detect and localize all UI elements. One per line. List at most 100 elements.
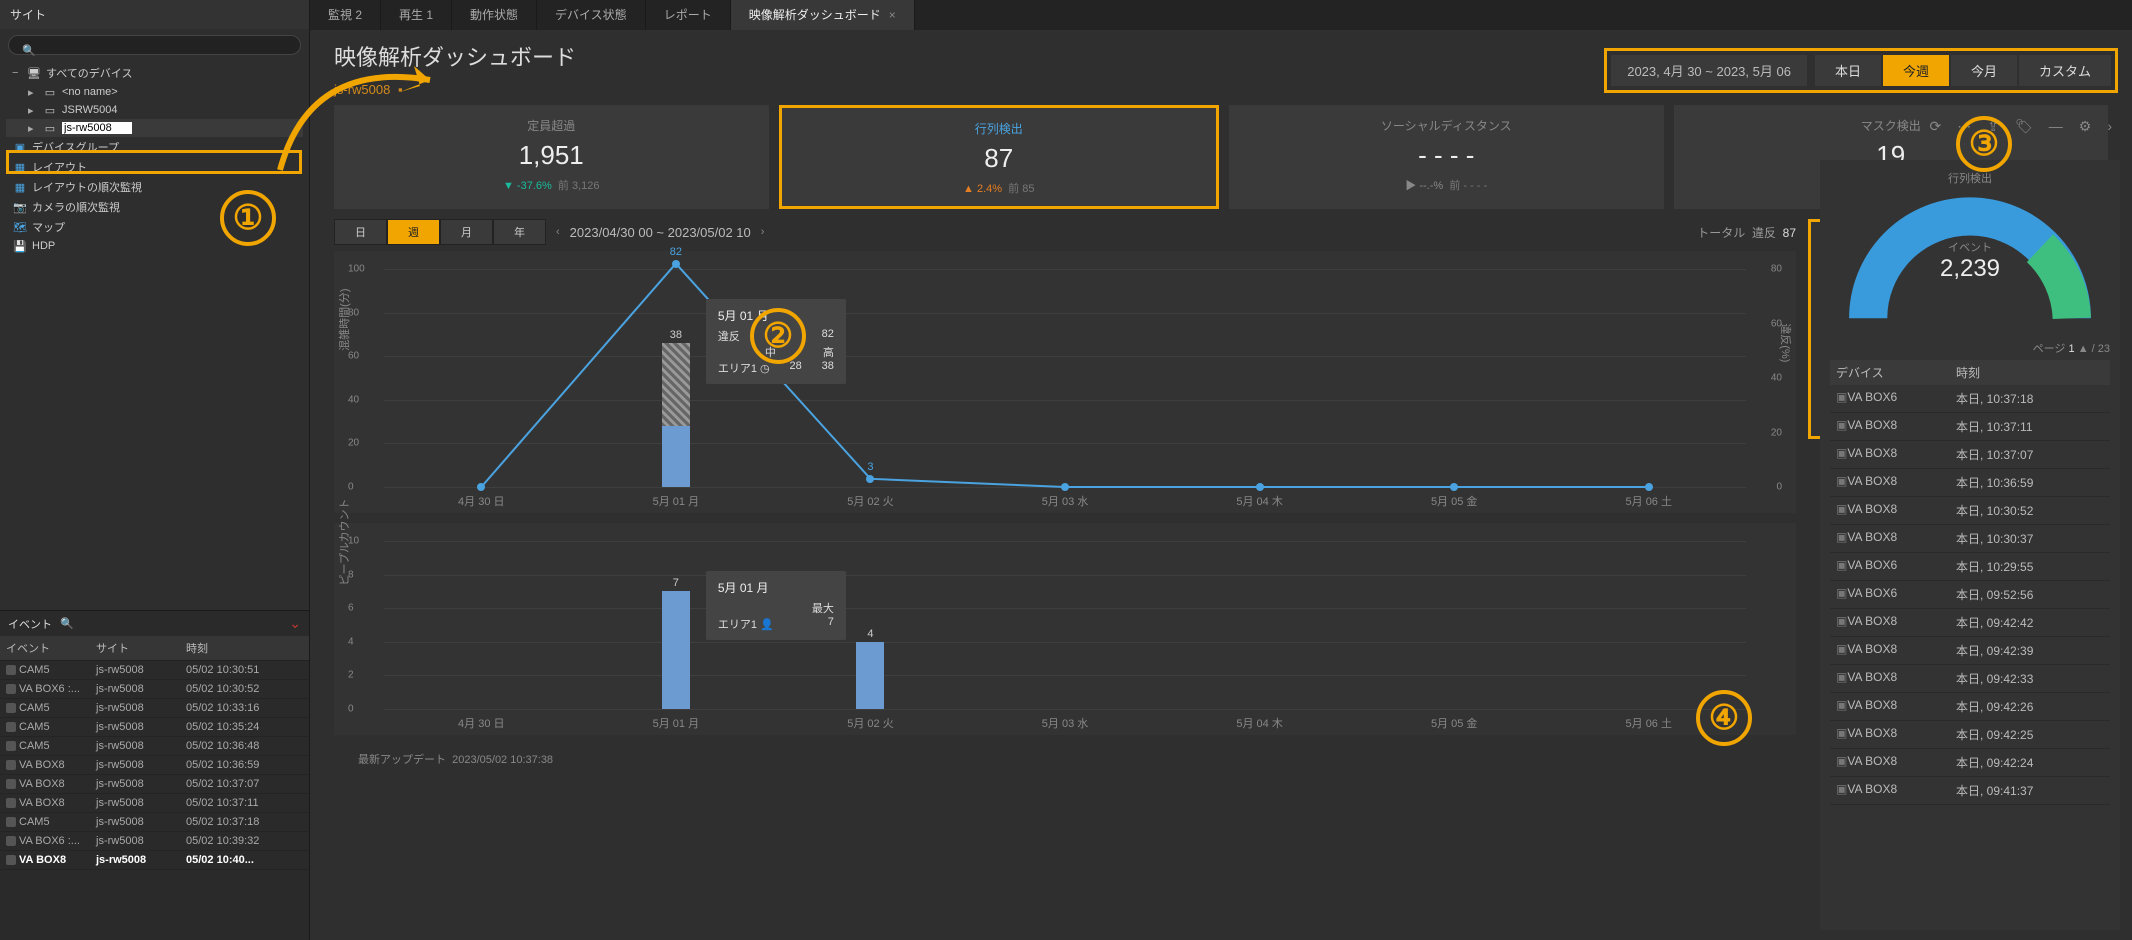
col-site[interactable]: サイト [90,636,180,661]
date-seg-今週[interactable]: 今週 [1883,55,1949,86]
tab-デバイス状態[interactable]: デバイス状態 [537,0,646,30]
date-range-display[interactable]: 2023, 4月 30 ~ 2023, 5月 06 [1611,55,1807,86]
live-row[interactable]: ▣VA BOX8本日, 10:37:07 [1830,441,2110,469]
expand-icon[interactable]: ▸ [28,86,38,99]
event-row[interactable]: VA BOX6 :...js-rw500805/02 10:39:32 [0,832,309,851]
event-row[interactable]: CAM5js-rw500805/02 10:37:18 [0,813,309,832]
line-point[interactable] [1061,483,1069,491]
live-row[interactable]: ▣VA BOX6本日, 10:29:55 [1830,553,2110,581]
live-row[interactable]: ▣VA BOX8本日, 10:30:52 [1830,497,2110,525]
device-icon: ▣ [1836,502,1847,516]
tree-item-camera-seq[interactable]: 📷 カメラの順次監視 [6,197,303,217]
tree-item-hdp[interactable]: 💾 HDP [6,237,303,255]
tree-item-layout[interactable]: ▦ レイアウト [6,157,303,177]
event-row[interactable]: CAM5js-rw500805/02 10:30:51 [0,661,309,680]
tree-rename-input[interactable] [62,122,132,134]
line-point[interactable] [1645,483,1653,491]
tag-icon[interactable]: 🏷 [2015,118,2033,135]
chevron-down-icon[interactable]: ⌄ [289,615,301,632]
device-title-text: js-rw5008 [334,82,390,97]
event-row[interactable]: VA BOX8js-rw500805/02 10:36:59 [0,756,309,775]
tree-item-group[interactable]: ▣ デバイスグループ [6,137,303,157]
event-row[interactable]: VA BOX6 :...js-rw500805/02 10:30:52 [0,680,309,699]
range-prev-icon[interactable]: ‹ [556,226,560,238]
expand-icon[interactable]: ▸ [28,104,38,117]
col-event[interactable]: イベント [0,636,90,661]
event-row[interactable]: CAM5js-rw500805/02 10:33:16 [0,699,309,718]
period-btn-週[interactable]: 週 [387,219,440,245]
collapse-icon[interactable]: − [12,67,22,79]
col-device[interactable]: デバイス [1836,364,1956,381]
bar[interactable] [662,426,690,487]
tab-映像解析ダッシュボード[interactable]: 映像解析ダッシュボード× [731,0,915,30]
close-icon[interactable]: × [889,8,896,22]
event-row[interactable]: VA BOX8js-rw500805/02 10:37:07 [0,775,309,794]
range-next-icon[interactable]: › [761,226,765,238]
date-seg-今月[interactable]: 今月 [1951,55,2017,86]
live-row[interactable]: ▣VA BOX8本日, 09:42:39 [1830,637,2110,665]
live-row[interactable]: ▣VA BOX8本日, 10:37:11 [1830,413,2110,441]
chart-violation: 混雑時間(分) 違反(%) 0204060801000204060804月 30… [334,251,1796,513]
pager-up-icon[interactable]: ▲ [2078,343,2089,355]
kpi-card[interactable]: 定員超過 1,951 ▼ -37.6% 前 3,126 [334,105,769,209]
expand-icon[interactable]: ▸ [28,122,38,135]
live-row[interactable]: ▣VA BOX8本日, 09:42:26 [1830,693,2110,721]
live-row[interactable]: ▣VA BOX8本日, 09:42:33 [1830,665,2110,693]
live-row[interactable]: ▣VA BOX6本日, 09:52:56 [1830,581,2110,609]
line-point[interactable] [672,260,680,268]
minimize-icon[interactable]: — [2049,118,2063,135]
kpi-card[interactable]: ソーシャルディスタンス - - - - ▶ --.-% 前 - - - - [1229,105,1664,209]
line-point[interactable] [477,483,485,491]
bar[interactable] [856,642,884,709]
tab-再生 1[interactable]: 再生 1 [381,0,452,30]
gear-icon[interactable]: ⚙ [2079,118,2092,135]
gauge-center-value: 2,239 [1940,255,2000,283]
tree-item-noname[interactable]: ▸ ▭ <no name> [6,83,303,101]
tree-item-map[interactable]: 🗺 マップ [6,217,303,237]
line-point[interactable] [1450,483,1458,491]
x-tick: 5月 03 水 [968,493,1163,509]
live-row[interactable]: ▣VA BOX8本日, 10:36:59 [1830,469,2110,497]
tree-item-jsrw5008[interactable]: ▸ ▭ [6,119,303,137]
live-row[interactable]: ▣VA BOX8本日, 09:42:42 [1830,609,2110,637]
x-tick: 5月 02 火 [773,715,968,731]
bar[interactable] [662,591,690,709]
date-seg-本日[interactable]: 本日 [1815,55,1881,86]
live-row[interactable]: ▣VA BOX8本日, 09:42:25 [1830,721,2110,749]
bar[interactable] [662,343,690,426]
col-time[interactable]: 時刻 [180,636,309,661]
event-row[interactable]: VA BOX8js-rw500805/02 10:40... [0,851,309,870]
export-icon[interactable]: ⇪ [1987,118,1999,135]
tab-監視 2[interactable]: 監視 2 [310,0,381,30]
period-btn-月[interactable]: 月 [440,219,493,245]
event-row[interactable]: VA BOX8js-rw500805/02 10:37:11 [0,794,309,813]
event-row[interactable]: CAM5js-rw500805/02 10:36:48 [0,737,309,756]
live-row[interactable]: ▣VA BOX8本日, 09:41:37 [1830,777,2110,805]
device-icon: ▣ [1836,418,1847,432]
line-point[interactable] [866,475,874,483]
tree-item-layout-seq[interactable]: ▦ レイアウトの順次監視 [6,177,303,197]
period-btn-年[interactable]: 年 [493,219,546,245]
tab-レポート[interactable]: レポート [646,0,731,30]
tree-root[interactable]: − 🖥 すべてのデバイス [6,63,303,83]
device-icon: ▣ [1836,754,1847,768]
more-icon[interactable]: ⋯ [1957,118,1971,135]
refresh-icon[interactable]: ⟳ [1930,118,1942,135]
live-row[interactable]: ▣VA BOX6本日, 10:37:18 [1830,385,2110,413]
col-time[interactable]: 時刻 [1956,364,1980,381]
live-row[interactable]: ▣VA BOX8本日, 09:42:24 [1830,749,2110,777]
tree-label: カメラの順次監視 [32,199,120,215]
dashboard-toolbar: ⟳ ⋯ ⇪ 🏷 — ⚙ › [1930,118,2112,135]
tab-動作状態[interactable]: 動作状態 [452,0,537,30]
event-row[interactable]: CAM5js-rw500805/02 10:35:24 [0,718,309,737]
period-btn-日[interactable]: 日 [334,219,387,245]
kpi-card[interactable]: 行列検出 87 ▲ 2.4% 前 85 [779,105,1220,209]
date-seg-カスタム[interactable]: カスタム [2019,55,2111,86]
search-icon[interactable]: 🔍 [60,617,74,630]
tree-item-jsrw5004[interactable]: ▸ ▭ JSRW5004 [6,101,303,119]
chevron-icon[interactable]: › [2107,118,2112,135]
sidebar-search-input[interactable] [8,35,301,55]
live-row[interactable]: ▣VA BOX8本日, 10:30:37 [1830,525,2110,553]
live-table[interactable]: ▣VA BOX6本日, 10:37:18▣VA BOX8本日, 10:37:11… [1830,385,2110,920]
line-point[interactable] [1256,483,1264,491]
